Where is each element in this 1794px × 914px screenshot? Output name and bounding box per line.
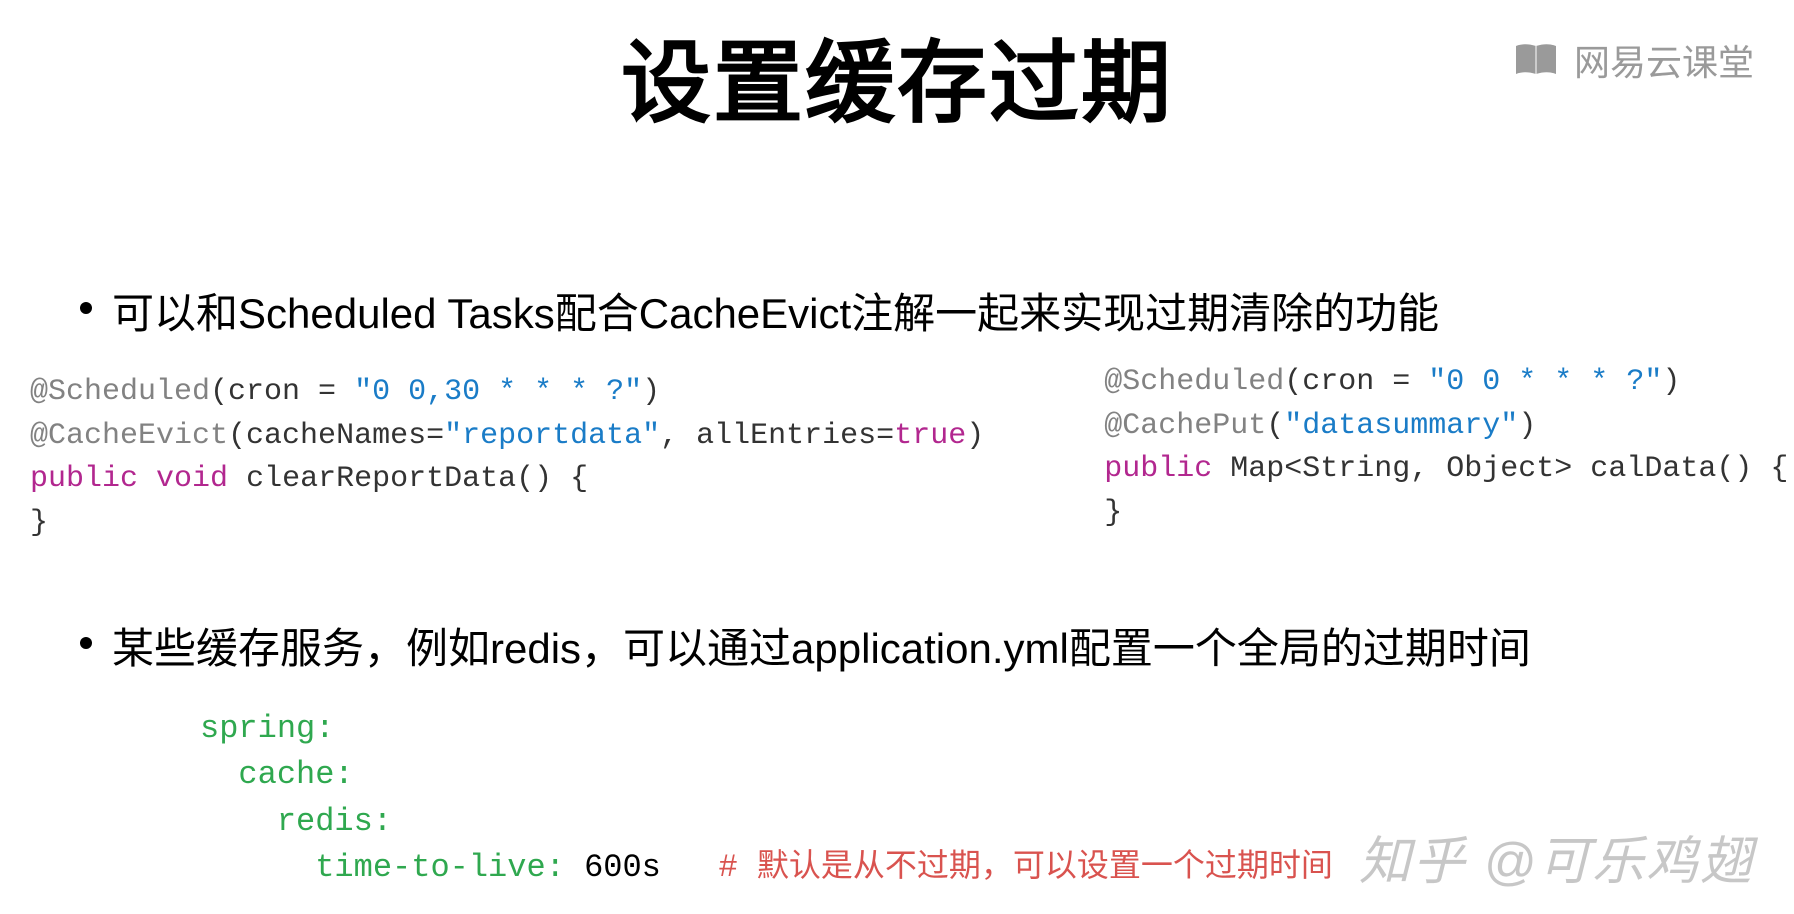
yaml-key: redis: <box>200 803 392 840</box>
watermark-top: 网易云课堂 <box>1514 34 1754 86</box>
bullet-list-1: 可以和Scheduled Tasks配合CacheEvict注解一起来实现过期清… <box>0 280 1794 341</box>
code-text: ( <box>1266 409 1284 443</box>
code-text: ) <box>1518 409 1536 443</box>
annotation: @CachePut <box>1104 409 1266 443</box>
annotation: @Scheduled <box>1104 365 1284 399</box>
code-text: ) <box>642 375 660 409</box>
keyword: public <box>30 462 138 496</box>
code-text: ) <box>966 419 984 453</box>
bullet-dot-icon <box>80 302 92 314</box>
bullet-dot-icon <box>80 637 92 649</box>
code-text: (cron = <box>210 375 354 409</box>
code-text: ) <box>1662 365 1680 399</box>
code-text: , allEntries= <box>660 419 894 453</box>
annotation: @Scheduled <box>30 375 210 409</box>
yaml-key: cache: <box>200 756 354 793</box>
code-text: } <box>30 506 48 540</box>
code-text: } <box>1104 496 1122 530</box>
watermark-bottom: 知乎 @可乐鸡翅 <box>1359 819 1754 894</box>
code-text: (cron = <box>1284 365 1428 399</box>
watermark-top-text: 网易云课堂 <box>1574 34 1754 86</box>
code-text <box>138 462 156 496</box>
bullet-list-2: 某些缓存服务，例如redis，可以通过application.yml配置一个全局… <box>0 615 1794 676</box>
keyword: public <box>1104 452 1212 486</box>
code-row: @Scheduled(cron = "0 0,30 * * * ?") @Cac… <box>0 371 1794 545</box>
code-text: (cacheNames= <box>228 419 444 453</box>
yaml-value: 600s <box>565 849 719 886</box>
string-literal: "reportdata" <box>444 419 660 453</box>
code-block-left: @Scheduled(cron = "0 0,30 * * * ?") @Cac… <box>30 371 984 545</box>
string-literal: "0 0 * * * ?" <box>1428 365 1662 399</box>
keyword: void <box>156 462 228 496</box>
keyword: true <box>894 419 966 453</box>
bullet-text-2: 某些缓存服务，例如redis，可以通过application.yml配置一个全局… <box>112 615 1531 676</box>
code-text: Map<String, Object> calData() { <box>1212 452 1788 486</box>
yaml-key: spring: <box>200 710 334 747</box>
bullet-item-2: 某些缓存服务，例如redis，可以通过application.yml配置一个全局… <box>80 615 1794 676</box>
string-literal: "datasummary" <box>1284 409 1518 443</box>
yaml-comment: # 默认是从不过期，可以设置一个过期时间 <box>718 849 1332 886</box>
string-literal: "0 0,30 * * * ?" <box>354 375 642 409</box>
yaml-key: time-to-live: <box>200 849 565 886</box>
annotation: @CacheEvict <box>30 419 228 453</box>
code-block-right: @Scheduled(cron = "0 0 * * * ?") @CacheP… <box>1104 361 1788 545</box>
bullet-text-1: 可以和Scheduled Tasks配合CacheEvict注解一起来实现过期清… <box>112 280 1439 341</box>
book-icon <box>1514 42 1558 78</box>
bullet-item-1: 可以和Scheduled Tasks配合CacheEvict注解一起来实现过期清… <box>80 280 1794 341</box>
code-text: clearReportData() { <box>228 462 588 496</box>
